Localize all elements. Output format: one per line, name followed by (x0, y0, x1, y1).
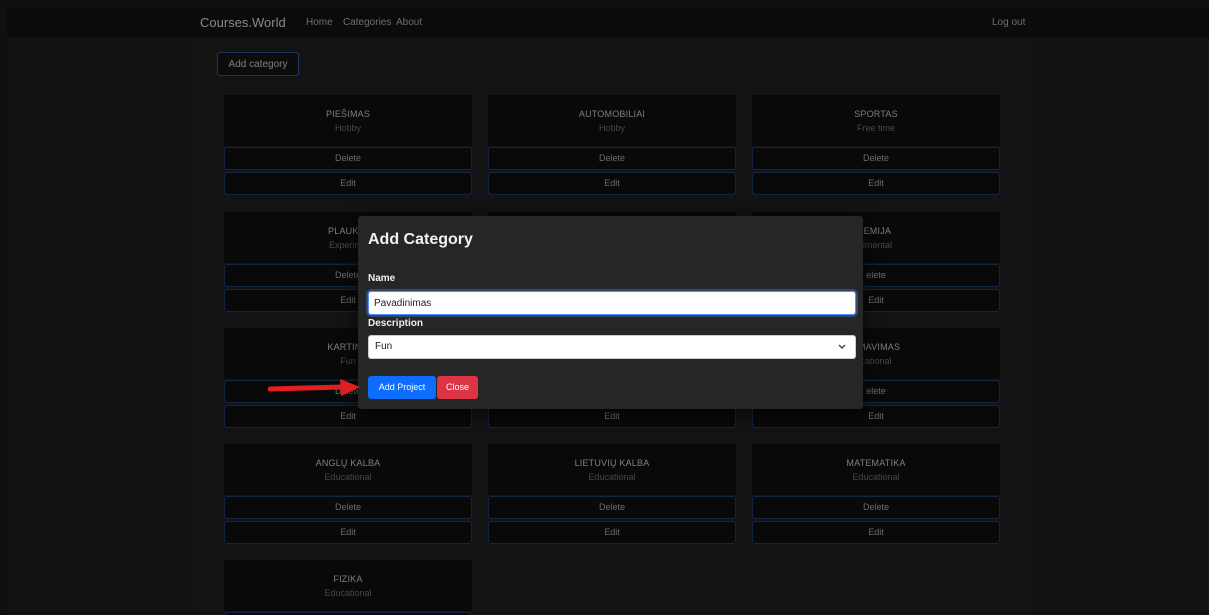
add-project-button[interactable]: Add Project (368, 376, 436, 399)
modal-title: Add Category (368, 231, 473, 248)
description-select[interactable]: Fun (368, 335, 856, 359)
add-category-modal: Add Category Name Description Fun Add Pr… (358, 216, 863, 409)
name-input[interactable] (368, 291, 856, 315)
name-label: Name (368, 273, 396, 284)
description-selected-value: Fun (375, 341, 393, 352)
annotation-arrow-icon (268, 379, 360, 396)
close-button[interactable]: Close (437, 376, 478, 399)
chevron-down-icon (837, 336, 847, 367)
description-label: Description (368, 318, 424, 329)
